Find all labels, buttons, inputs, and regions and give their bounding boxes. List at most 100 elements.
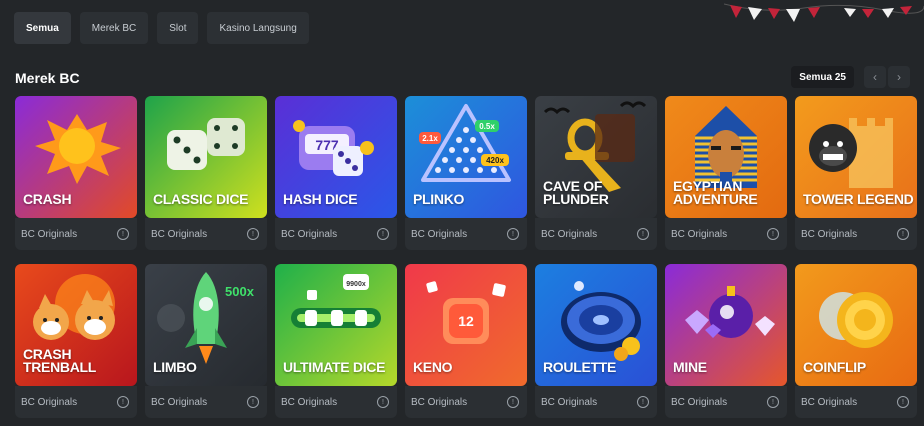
- game-thumbnail[interactable]: CRASH TRENBALL: [15, 264, 137, 386]
- svg-text:500x: 500x: [225, 284, 255, 299]
- info-icon[interactable]: !: [507, 396, 519, 408]
- game-title: HASH DICE: [283, 191, 358, 207]
- game-card[interactable]: CAVE OF PLUNDER BC Originals!: [535, 96, 657, 250]
- tab-semua[interactable]: Semua: [14, 12, 71, 44]
- game-thumbnail[interactable]: CRASH: [15, 96, 137, 218]
- game-card[interactable]: 2.1x 0.5x 420x PLINKO BC Originals!: [405, 96, 527, 250]
- info-icon[interactable]: !: [377, 228, 389, 240]
- tab-kasino-langsung[interactable]: Kasino Langsung: [207, 12, 309, 44]
- game-title: ROULETTE: [543, 359, 617, 375]
- provider-label: BC Originals: [281, 396, 338, 408]
- game-title: CLASSIC DICE: [153, 191, 249, 207]
- info-icon[interactable]: !: [897, 228, 909, 240]
- provider-label: BC Originals: [21, 396, 78, 408]
- game-thumbnail[interactable]: MINE: [665, 264, 787, 386]
- svg-text:420x: 420x: [486, 156, 504, 165]
- game-title: EGYPTIAN ADVENTURE: [673, 178, 758, 207]
- provider-label: BC Originals: [541, 228, 598, 240]
- provider-label: BC Originals: [151, 228, 208, 240]
- svg-text:0.5x: 0.5x: [479, 122, 495, 131]
- info-icon[interactable]: !: [247, 396, 259, 408]
- provider-label: BC Originals: [411, 228, 468, 240]
- chevron-left-icon[interactable]: ‹: [864, 66, 886, 88]
- provider-label: BC Originals: [21, 228, 78, 240]
- game-meta: BC Originals!: [275, 386, 397, 418]
- info-icon[interactable]: !: [767, 396, 779, 408]
- game-thumbnail[interactable]: COINFLIP: [795, 264, 917, 386]
- game-meta: BC Originals!: [15, 218, 137, 250]
- game-card[interactable]: 9900x ULTIMATE DICE BC Originals!: [275, 264, 397, 418]
- game-card[interactable]: CLASSIC DICE BC Originals!: [145, 96, 267, 250]
- game-thumbnail[interactable]: EGYPTIAN ADVENTURE: [665, 96, 787, 218]
- game-meta: BC Originals!: [145, 218, 267, 250]
- game-meta: BC Originals!: [665, 218, 787, 250]
- game-grid: CRASH BC Originals! CLASSIC DICE BC Origina…: [15, 96, 917, 418]
- game-meta: BC Originals!: [405, 386, 527, 418]
- game-thumbnail[interactable]: 500x LIMBO: [145, 264, 267, 386]
- game-card[interactable]: ROULETTE BC Originals!: [535, 264, 657, 418]
- game-thumbnail[interactable]: ROULETTE: [535, 264, 657, 386]
- info-icon[interactable]: !: [637, 228, 649, 240]
- provider-label: BC Originals: [671, 396, 728, 408]
- provider-label: BC Originals: [541, 396, 598, 408]
- game-card[interactable]: 500x LIMBO BC Originals!: [145, 264, 267, 418]
- game-card[interactable]: 777 HASH DICE BC Originals!: [275, 96, 397, 250]
- provider-label: BC Originals: [801, 396, 858, 408]
- game-thumbnail[interactable]: 2.1x 0.5x 420x PLINKO: [405, 96, 527, 218]
- game-title: CRASH: [23, 191, 72, 207]
- info-icon[interactable]: !: [897, 396, 909, 408]
- game-card[interactable]: COINFLIP BC Originals!: [795, 264, 917, 418]
- info-icon[interactable]: !: [117, 396, 129, 408]
- game-meta: BC Originals!: [145, 386, 267, 418]
- game-meta: BC Originals!: [535, 218, 657, 250]
- category-tabs: Semua Merek BC Slot Kasino Langsung: [14, 12, 309, 44]
- info-icon[interactable]: !: [767, 228, 779, 240]
- game-title: COINFLIP: [803, 359, 866, 375]
- tab-merek-bc[interactable]: Merek BC: [79, 12, 149, 44]
- game-card[interactable]: EGYPTIAN ADVENTURE BC Originals!: [665, 96, 787, 250]
- provider-label: BC Originals: [671, 228, 728, 240]
- game-thumbnail[interactable]: CLASSIC DICE: [145, 96, 267, 218]
- game-card[interactable]: MINE BC Originals!: [665, 264, 787, 418]
- game-meta: BC Originals!: [665, 386, 787, 418]
- info-icon[interactable]: !: [637, 396, 649, 408]
- game-thumbnail[interactable]: 12 KENO: [405, 264, 527, 386]
- game-meta: BC Originals!: [15, 386, 137, 418]
- pager: ‹ ›: [864, 66, 910, 88]
- game-title: CAVE OF PLUNDER: [543, 178, 609, 207]
- game-meta: BC Originals!: [405, 218, 527, 250]
- provider-label: BC Originals: [281, 228, 338, 240]
- chevron-right-icon[interactable]: ›: [888, 66, 910, 88]
- section-title: Merek BC: [15, 70, 80, 86]
- game-thumbnail[interactable]: 9900x ULTIMATE DICE: [275, 264, 397, 386]
- game-card[interactable]: 12 KENO BC Originals!: [405, 264, 527, 418]
- game-thumbnail[interactable]: TOWER LEGEND: [795, 96, 917, 218]
- game-title: MINE: [673, 359, 707, 375]
- info-icon[interactable]: !: [117, 228, 129, 240]
- game-title: LIMBO: [153, 359, 197, 375]
- svg-text:2.1x: 2.1x: [422, 134, 438, 143]
- game-meta: BC Originals!: [795, 386, 917, 418]
- info-icon[interactable]: !: [377, 396, 389, 408]
- info-icon[interactable]: !: [247, 228, 259, 240]
- game-meta: BC Originals!: [535, 386, 657, 418]
- game-title: PLINKO: [413, 191, 465, 207]
- section-controls: Semua 25 ‹ ›: [791, 66, 910, 88]
- info-icon[interactable]: !: [507, 228, 519, 240]
- svg-text:12: 12: [458, 313, 474, 329]
- game-title: KENO: [413, 359, 453, 375]
- festive-bunting-decoration: [724, 3, 924, 22]
- game-thumbnail[interactable]: 777 HASH DICE: [275, 96, 397, 218]
- game-meta: BC Originals!: [275, 218, 397, 250]
- game-meta: BC Originals!: [795, 218, 917, 250]
- game-title: CRASH TRENBALL: [23, 346, 97, 375]
- tab-slot[interactable]: Slot: [157, 12, 199, 44]
- game-card[interactable]: CRASH BC Originals!: [15, 96, 137, 250]
- provider-label: BC Originals: [411, 396, 468, 408]
- game-thumbnail[interactable]: CAVE OF PLUNDER: [535, 96, 657, 218]
- game-card[interactable]: TOWER LEGEND BC Originals!: [795, 96, 917, 250]
- view-all-button[interactable]: Semua 25: [791, 66, 854, 88]
- provider-label: BC Originals: [151, 396, 208, 408]
- game-title: TOWER LEGEND: [803, 191, 914, 207]
- game-card[interactable]: CRASH TRENBALL BC Originals!: [15, 264, 137, 418]
